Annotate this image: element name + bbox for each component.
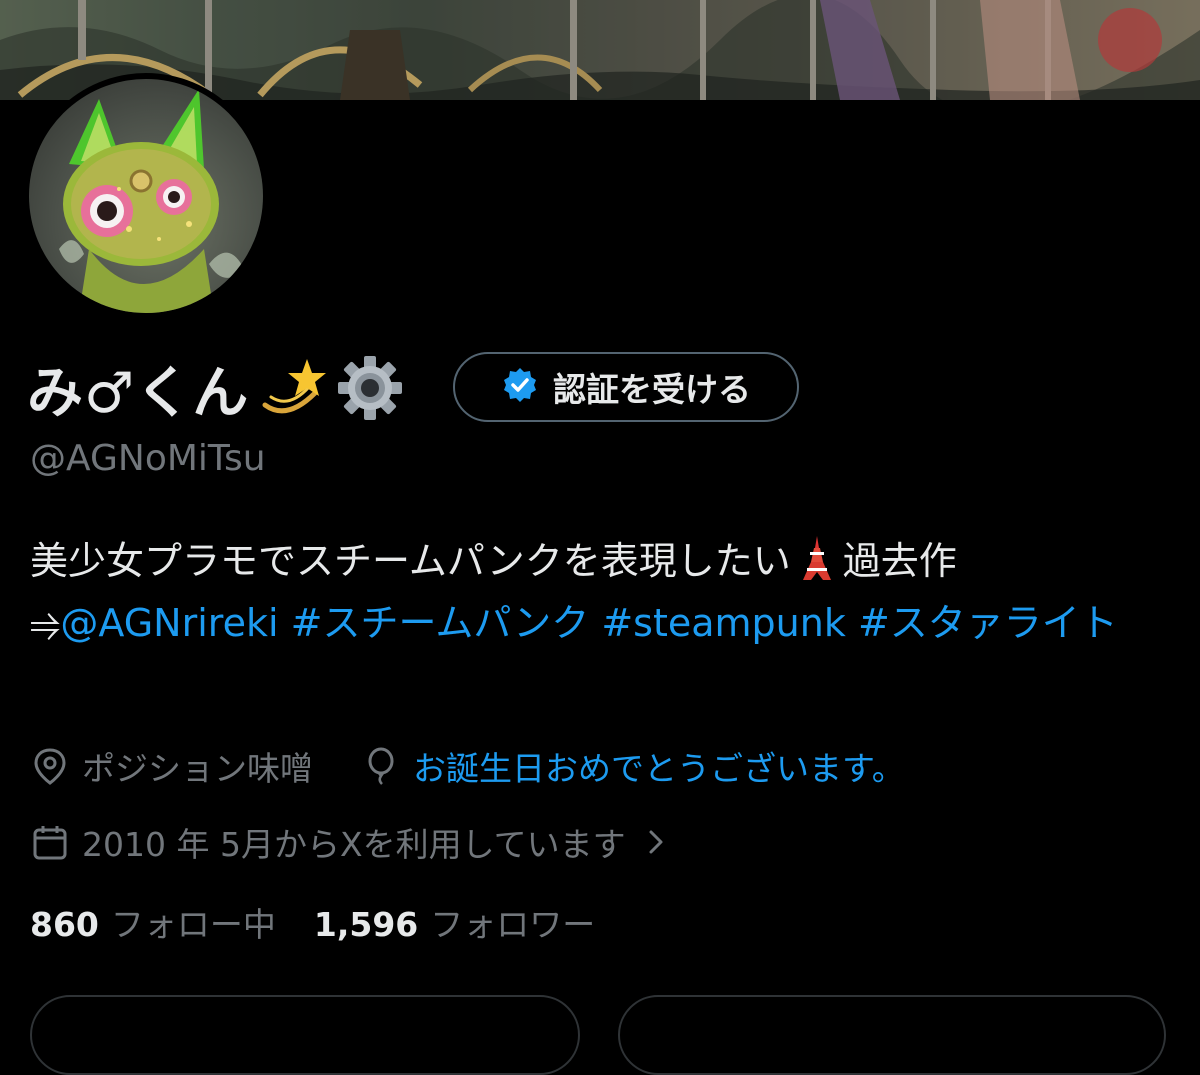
display-name: み♂くん: [27, 360, 250, 426]
avatar-image: [29, 79, 263, 313]
following-count: 860: [30, 905, 99, 944]
bio-arrow: ⥤: [30, 601, 61, 645]
follow-stats: 860 フォロー中 1,596 フォロワー: [30, 898, 595, 946]
bio-text-past-works: 過去作: [842, 539, 957, 583]
get-verified-label: 認証を受ける: [553, 370, 751, 409]
followers-count: 1,596: [313, 905, 419, 944]
joined-row[interactable]: 2010 年 5月からXを利用しています: [30, 818, 676, 866]
followers-link[interactable]: 1,596 フォロワー: [314, 898, 595, 946]
display-name-row: み♂くん: [27, 350, 405, 426]
profile-bio: 美少女プラモでスチームパンクを表現したい 過去作 ⥤@AGNrireki #スチ…: [30, 530, 1170, 654]
birthday-link[interactable]: お誕生日おめでとうございます。: [413, 742, 905, 790]
profile-meta-row: ポジション味噌 お誕生日おめでとうございます。: [30, 742, 905, 790]
profile-action-button[interactable]: [618, 995, 1166, 1075]
verified-badge-icon: [501, 366, 539, 408]
profile-handle: @AGNoMiTsu: [30, 438, 266, 479]
joined-text: 2010 年 5月からXを利用しています: [82, 825, 626, 864]
gear-icon: [335, 353, 405, 423]
dizzy-star-icon: [257, 353, 327, 423]
bio-hashtag-link[interactable]: #スタァライト: [858, 601, 1118, 645]
following-link[interactable]: 860 フォロー中: [30, 898, 276, 946]
followers-label: フォロワー: [430, 905, 596, 944]
get-verified-button[interactable]: 認証を受ける: [453, 352, 799, 422]
calendar-icon: [30, 822, 70, 862]
bio-hashtag-link[interactable]: #スチームパンク: [291, 601, 590, 645]
profile-avatar[interactable]: [23, 73, 269, 319]
chevron-right-icon: [636, 822, 676, 862]
bio-mention-link[interactable]: @AGNrireki: [60, 601, 278, 645]
tokyo-tower-icon: [797, 534, 837, 582]
location-pin-icon: [30, 746, 70, 786]
balloon-icon: [361, 746, 401, 786]
following-label: フォロー中: [110, 905, 276, 944]
profile-action-button[interactable]: [30, 995, 580, 1075]
bio-text: 美少女プラモでスチームパンクを表現したい: [30, 539, 791, 583]
location-text: ポジション味噌: [82, 749, 313, 788]
bio-hashtag-link[interactable]: #steampunk: [601, 601, 846, 645]
